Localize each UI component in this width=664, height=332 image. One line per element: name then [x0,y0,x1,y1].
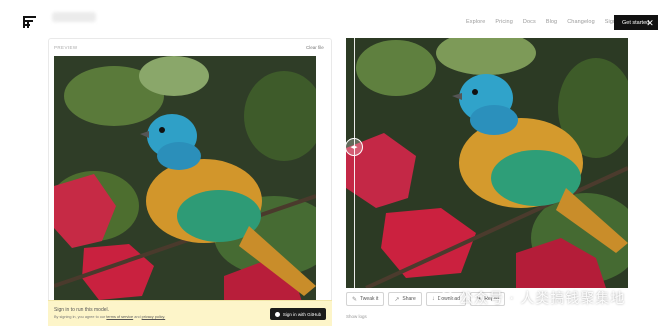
wechat-icon [440,291,454,305]
compare-divider[interactable] [354,38,355,288]
notice-and: and [134,315,141,319]
tweak-button[interactable]: ✎ Tweak it [346,292,385,306]
notice-title: Sign in to run this model. [54,307,110,313]
show-logs-link[interactable]: Show logs [346,314,367,319]
sign-in-github-button[interactable]: Sign in with GitHub [270,308,326,320]
tweak-icon: ✎ [352,296,358,303]
github-icon [274,311,280,317]
watermark-text: 公众号 · 人类搞钱聚集地 [459,291,626,307]
top-nav: Explore Pricing Docs Blog Changelog Sign… [466,19,622,25]
share-icon: ↗ [394,296,400,303]
terms-link[interactable]: terms of service [106,315,133,319]
nav-changelog[interactable]: Changelog [567,19,595,25]
output-image [346,38,628,288]
privacy-link[interactable]: privacy policy. [142,315,166,319]
nav-explore[interactable]: Explore [466,19,485,25]
clear-file-link[interactable]: Clear file [306,45,324,50]
sign-in-notice: Sign in to run this model. By signing in… [48,300,332,326]
notice-prefix: By signing in, you agree to our [54,315,106,319]
input-image [54,56,316,302]
nav-docs[interactable]: Docs [523,19,536,25]
watermark: 公众号 · 人类搞钱聚集地 [440,288,625,308]
logo-icon[interactable] [22,14,38,30]
compare-arrows-icon[interactable]: ◂▸ [345,138,363,156]
share-label: Share [402,296,416,302]
close-icon[interactable]: ✕ [645,18,655,28]
preview-label: PREVIEW [54,45,78,50]
tweak-label: Tweak it [360,296,379,302]
notice-subtext: By signing in, you agree to our terms of… [54,315,165,319]
download-icon: ↓ [431,296,435,302]
nav-blog[interactable]: Blog [546,19,557,25]
share-button[interactable]: ↗ Share [388,292,422,306]
nav-pricing[interactable]: Pricing [495,19,513,25]
github-button-label: Sign in with GitHub [282,311,322,317]
blurred-title [52,12,96,22]
